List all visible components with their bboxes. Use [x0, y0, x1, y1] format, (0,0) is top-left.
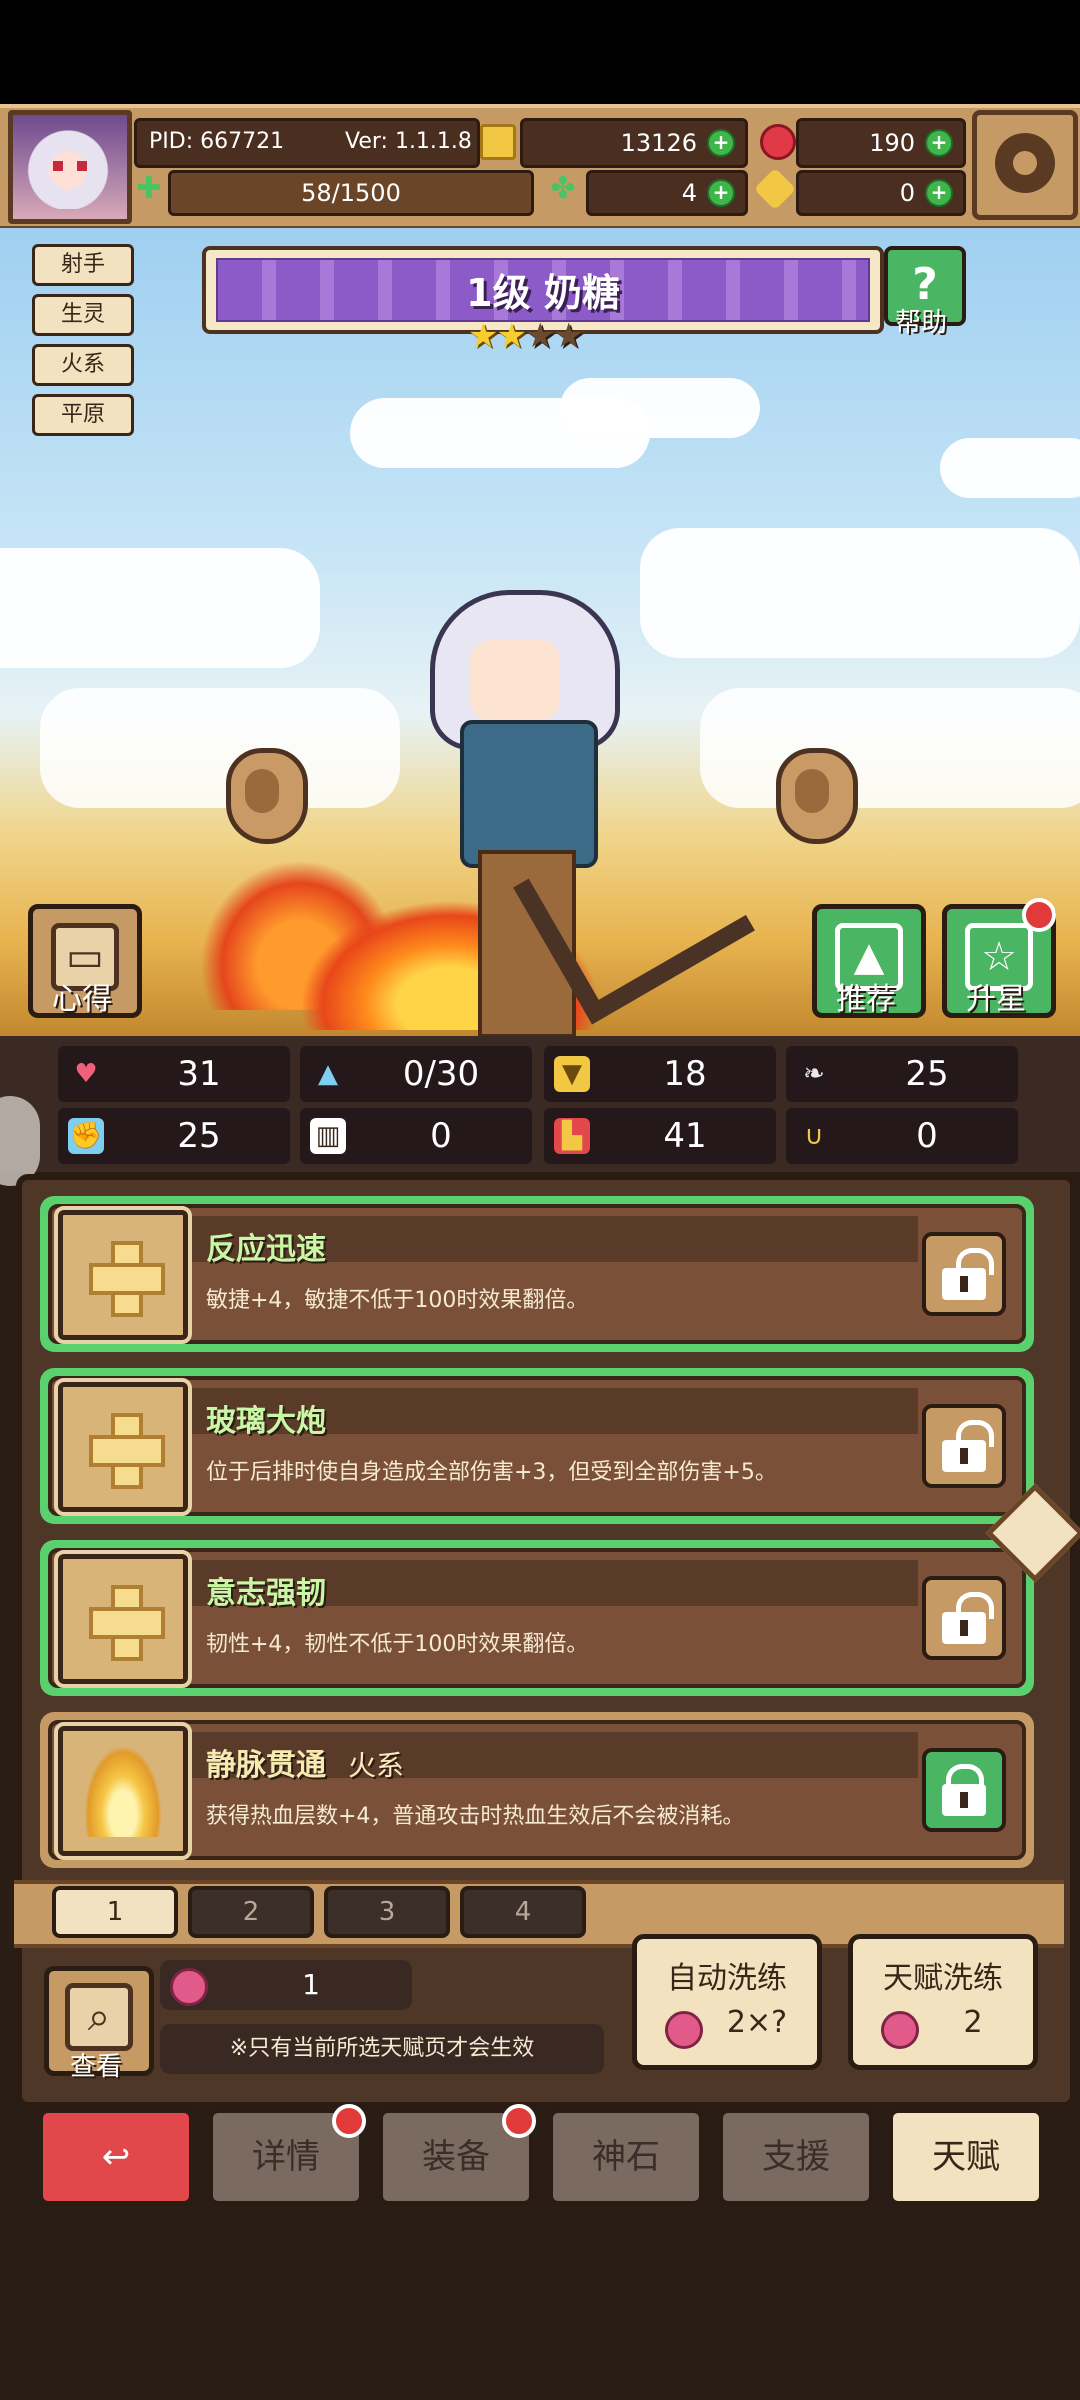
stat-luck: ∪ 0 — [786, 1108, 1018, 1164]
coin-icon — [480, 124, 516, 160]
tag-race: 生灵 — [32, 294, 134, 336]
star-icon: ★ — [553, 316, 584, 356]
star-icon: ★ — [524, 316, 556, 356]
tag-element: 火系 — [32, 344, 134, 386]
key-amount: 0 — [899, 179, 915, 207]
clover-amount: 4 — [681, 179, 697, 207]
stat-agility: ❧ 25 — [786, 1046, 1018, 1102]
stat-mana: ▲ 0/30 — [300, 1046, 532, 1102]
stat-intelligence: ▥ 0 — [300, 1108, 532, 1164]
unlock-toggle-button[interactable] — [922, 1576, 1006, 1660]
star-icon: ★ — [496, 316, 527, 356]
talent-cross-icon — [54, 1378, 192, 1516]
notification-dot — [1022, 898, 1056, 932]
talent-page-tab-4[interactable]: 4 — [460, 1886, 586, 1938]
key-pill: 0 + — [796, 170, 966, 216]
seed-icon — [170, 1968, 208, 2006]
talent-page-tab-2[interactable]: 2 — [188, 1886, 314, 1938]
wing-icon: ❧ — [803, 1059, 825, 1089]
notification-dot — [502, 2104, 536, 2138]
fist-icon: ✊ — [68, 1118, 104, 1154]
star-rating: ★★★★ — [468, 318, 612, 354]
seed-icon — [881, 2011, 919, 2049]
recommend-label: 推荐 — [836, 982, 896, 1017]
energy-amount: 58/1500 — [301, 179, 401, 207]
talent-card[interactable]: 反应迅速 敏捷+4，敏捷不低于100时效果翻倍。 — [40, 1196, 1034, 1352]
book-icon: ▥ — [310, 1118, 346, 1154]
talent-element-tag: 火系 — [348, 1749, 405, 1782]
add-coin-button[interactable]: + — [707, 129, 735, 157]
unlock-toggle-button[interactable] — [922, 1404, 1006, 1488]
clover-icon: ✤ — [550, 171, 576, 206]
stat-strength: ✊ 25 — [58, 1108, 290, 1164]
ruby-icon — [760, 124, 796, 160]
hero-title: 1级 奶糖 — [466, 271, 620, 315]
seed-icon — [665, 2011, 703, 2049]
add-key-button[interactable]: + — [925, 179, 953, 207]
back-button[interactable]: ↩ — [38, 2108, 194, 2206]
gem-amount: 190 — [869, 129, 915, 157]
pid-version-pill: PID: 667721 Ver: 1.1.1.8 — [134, 118, 480, 168]
magnifier-icon: ⌕ — [65, 1983, 133, 2051]
talent-page-tab-3[interactable]: 3 — [324, 1886, 450, 1938]
tag-class: 射手 — [32, 244, 134, 286]
nav-support[interactable]: 支援 — [718, 2108, 874, 2206]
coin-pill: 13126 + — [520, 118, 748, 168]
active-page-notice: ※只有当前所选天赋页才会生效 — [160, 2024, 604, 2074]
talent-cross-icon — [54, 1206, 192, 1344]
armor-icon: ▼ — [554, 1056, 590, 1092]
gem-pill: 190 + — [796, 118, 966, 168]
seed-counter: 1 — [160, 1960, 412, 2010]
boot-icon: ▙ — [554, 1118, 590, 1154]
help-label: 帮助 — [894, 308, 947, 338]
settings-gear-button[interactable] — [972, 110, 1078, 220]
player-avatar[interactable] — [8, 110, 132, 224]
water-drop-icon: ▲ — [318, 1059, 338, 1089]
horseshoe-icon: ∪ — [804, 1121, 824, 1151]
auto-refine-button[interactable]: 自动洗练 2×? — [632, 1934, 822, 2070]
nav-divine-stone[interactable]: 神石 — [548, 2108, 704, 2206]
stat-armor: ▼ 18 — [544, 1046, 776, 1102]
stat-hp: ♥ 31 — [58, 1046, 290, 1102]
add-gem-button[interactable]: + — [925, 129, 953, 157]
left-shield-icon[interactable] — [226, 748, 308, 844]
upgrade-star-label: 升星 — [966, 982, 1026, 1017]
notes-label: 心得 — [52, 982, 112, 1017]
talent-page-tab-1[interactable]: 1 — [52, 1886, 178, 1938]
energy-pill: 58/1500 — [168, 170, 534, 216]
right-shield-icon[interactable] — [776, 748, 858, 844]
talent-refine-button[interactable]: 天赋洗练 2 — [848, 1934, 1038, 2070]
stat-speed: ▙ 41 — [544, 1108, 776, 1164]
heart-icon: ♥ — [74, 1059, 98, 1089]
flame-icon — [54, 1722, 192, 1860]
energy-icon: ✚ — [136, 171, 162, 206]
back-arrow-icon: ↩ — [101, 2137, 131, 2177]
tag-terrain: 平原 — [32, 394, 134, 436]
talent-card[interactable]: 意志强韧 韧性+4，韧性不低于100时效果翻倍。 — [40, 1540, 1034, 1696]
clover-pill: 4 + — [586, 170, 748, 216]
view-label: 查看 — [69, 2052, 122, 2082]
player-id: PID: 667721 — [149, 129, 285, 154]
game-version: Ver: 1.1.1.8 — [345, 129, 472, 154]
unlock-toggle-button[interactable] — [922, 1232, 1006, 1316]
notification-dot — [332, 2104, 366, 2138]
coin-amount: 13126 — [620, 129, 697, 157]
lock-toggle-button[interactable] — [922, 1748, 1006, 1832]
add-clover-button[interactable]: + — [707, 179, 735, 207]
star-icon: ★ — [468, 316, 499, 356]
talent-card[interactable]: 静脉贯通 火系 获得热血层数+4，普通攻击时热血生效后不会被消耗。 — [40, 1712, 1034, 1868]
talent-card[interactable]: 玻璃大炮 位于后排时使自身造成全部伤害+3，但受到全部伤害+5。 — [40, 1368, 1034, 1524]
status-bar — [0, 0, 1080, 104]
talent-cross-icon — [54, 1550, 192, 1688]
nav-talent[interactable]: 天赋 — [888, 2108, 1044, 2206]
floating-assist-handle[interactable] — [0, 1096, 40, 1186]
